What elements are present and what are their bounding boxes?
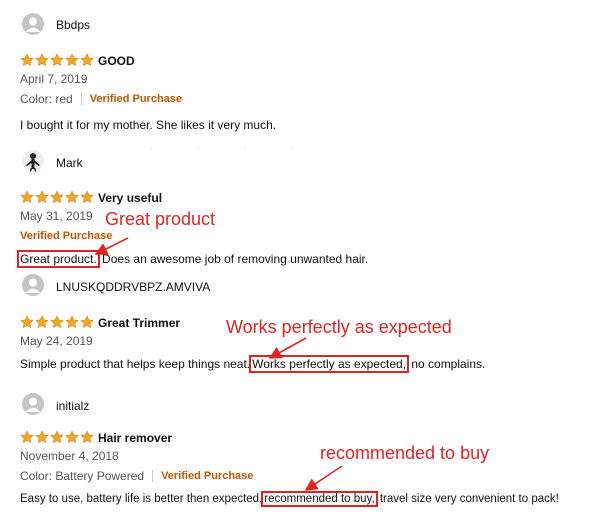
arrow-icon bbox=[268, 337, 307, 359]
arrow-icon bbox=[94, 237, 129, 255]
annotation-arrows bbox=[94, 237, 343, 491]
arrow-icon bbox=[304, 465, 343, 491]
